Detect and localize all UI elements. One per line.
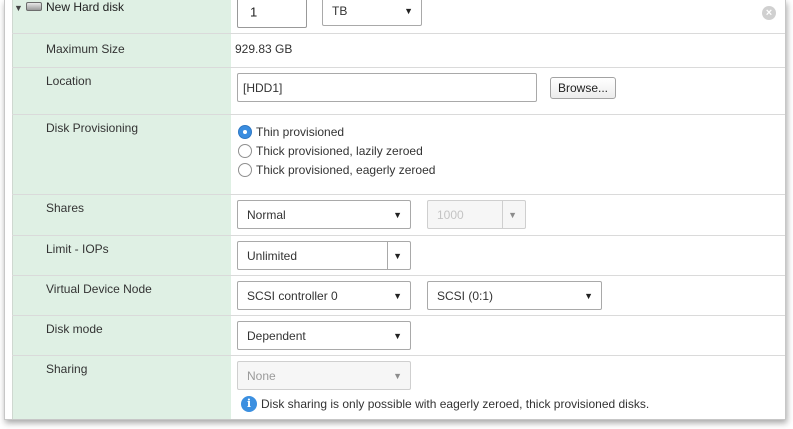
virtual-device-node-label: Virtual Device Node [46,282,152,296]
expand-triangle-icon[interactable]: ▼ [14,3,23,13]
location-label: Location [46,74,92,88]
disk-mode-label: Disk mode [46,322,103,336]
shares-row: Shares Normal ▼ 1000 ▼ [12,195,785,236]
limit-iops-combo[interactable]: Unlimited ▼ [237,241,411,270]
limit-iops-row: Limit - IOPs Unlimited ▼ [12,236,785,276]
chevron-down-icon: ▼ [508,209,517,220]
chevron-down-icon: ▼ [584,290,593,301]
shares-amount-combo: 1000 ▼ [427,200,526,229]
sharing-info-text: Disk sharing is only possible with eager… [261,397,650,411]
header-row: ▼ New Hard disk 1 TB ▼ × [12,0,785,34]
close-icon[interactable]: × [762,6,776,20]
browse-button[interactable]: Browse... [550,77,616,99]
virtual-device-node-row: Virtual Device Node SCSI controller 0 ▼ … [12,276,785,316]
disk-size-input[interactable]: 1 [237,0,307,28]
radio-button[interactable] [238,125,252,139]
max-size-label: Maximum Size [46,42,125,56]
hard-disk-settings-panel: ▼ New Hard disk 1 TB ▼ × Maximum Size 92… [4,0,786,420]
info-icon: i [241,396,257,412]
hard-disk-icon [26,2,42,11]
chevron-down-icon: ▼ [393,290,402,301]
header-title: New Hard disk [46,0,125,14]
chevron-down-icon[interactable]: ▼ [393,251,402,261]
chevron-down-icon: ▼ [393,370,402,381]
limit-iops-label: Limit - IOPs [46,242,109,256]
scsi-controller-select[interactable]: SCSI controller 0 ▼ [237,281,411,310]
radio-button[interactable] [238,163,252,177]
chevron-down-icon: ▼ [393,209,402,220]
disk-mode-select[interactable]: Dependent ▼ [237,321,411,350]
shares-label: Shares [46,201,85,215]
disk-provisioning-label: Disk Provisioning [46,121,139,135]
sharing-select: None ▼ [237,361,411,390]
scsi-node-select[interactable]: SCSI (0:1) ▼ [427,281,602,310]
chevron-down-icon: ▼ [404,6,413,16]
sharing-row: Sharing None ▼ i Disk sharing is only po… [12,356,785,419]
sharing-label: Sharing [46,362,88,376]
location-input[interactable]: [HDD1] [237,73,537,102]
radio-button[interactable] [238,144,252,158]
shares-select[interactable]: Normal ▼ [237,200,411,229]
chevron-down-icon: ▼ [393,330,402,341]
location-row: Location [HDD1] Browse... [12,68,785,115]
max-size-row: Maximum Size 929.83 GB [12,34,785,68]
max-size-value: 929.83 GB [235,42,293,56]
disk-mode-row: Disk mode Dependent ▼ [12,316,785,356]
disk-size-unit-select[interactable]: TB ▼ [322,0,422,26]
